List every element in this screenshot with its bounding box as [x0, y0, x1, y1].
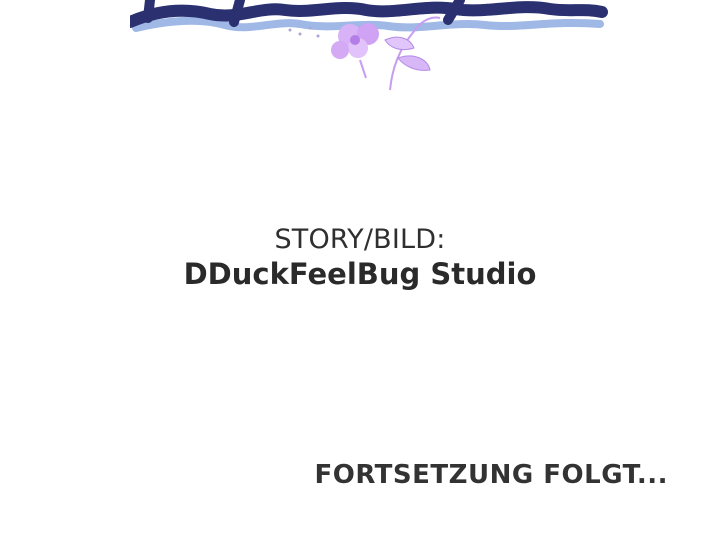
title-logo [130, 0, 610, 100]
studio-name: DDuckFeelBug Studio [183, 257, 537, 291]
credit-label: STORY/BILD: [274, 224, 446, 255]
flower-ornament-icon [288, 16, 441, 91]
continued-notice: FORTSETZUNG FOLGT... [314, 460, 668, 490]
